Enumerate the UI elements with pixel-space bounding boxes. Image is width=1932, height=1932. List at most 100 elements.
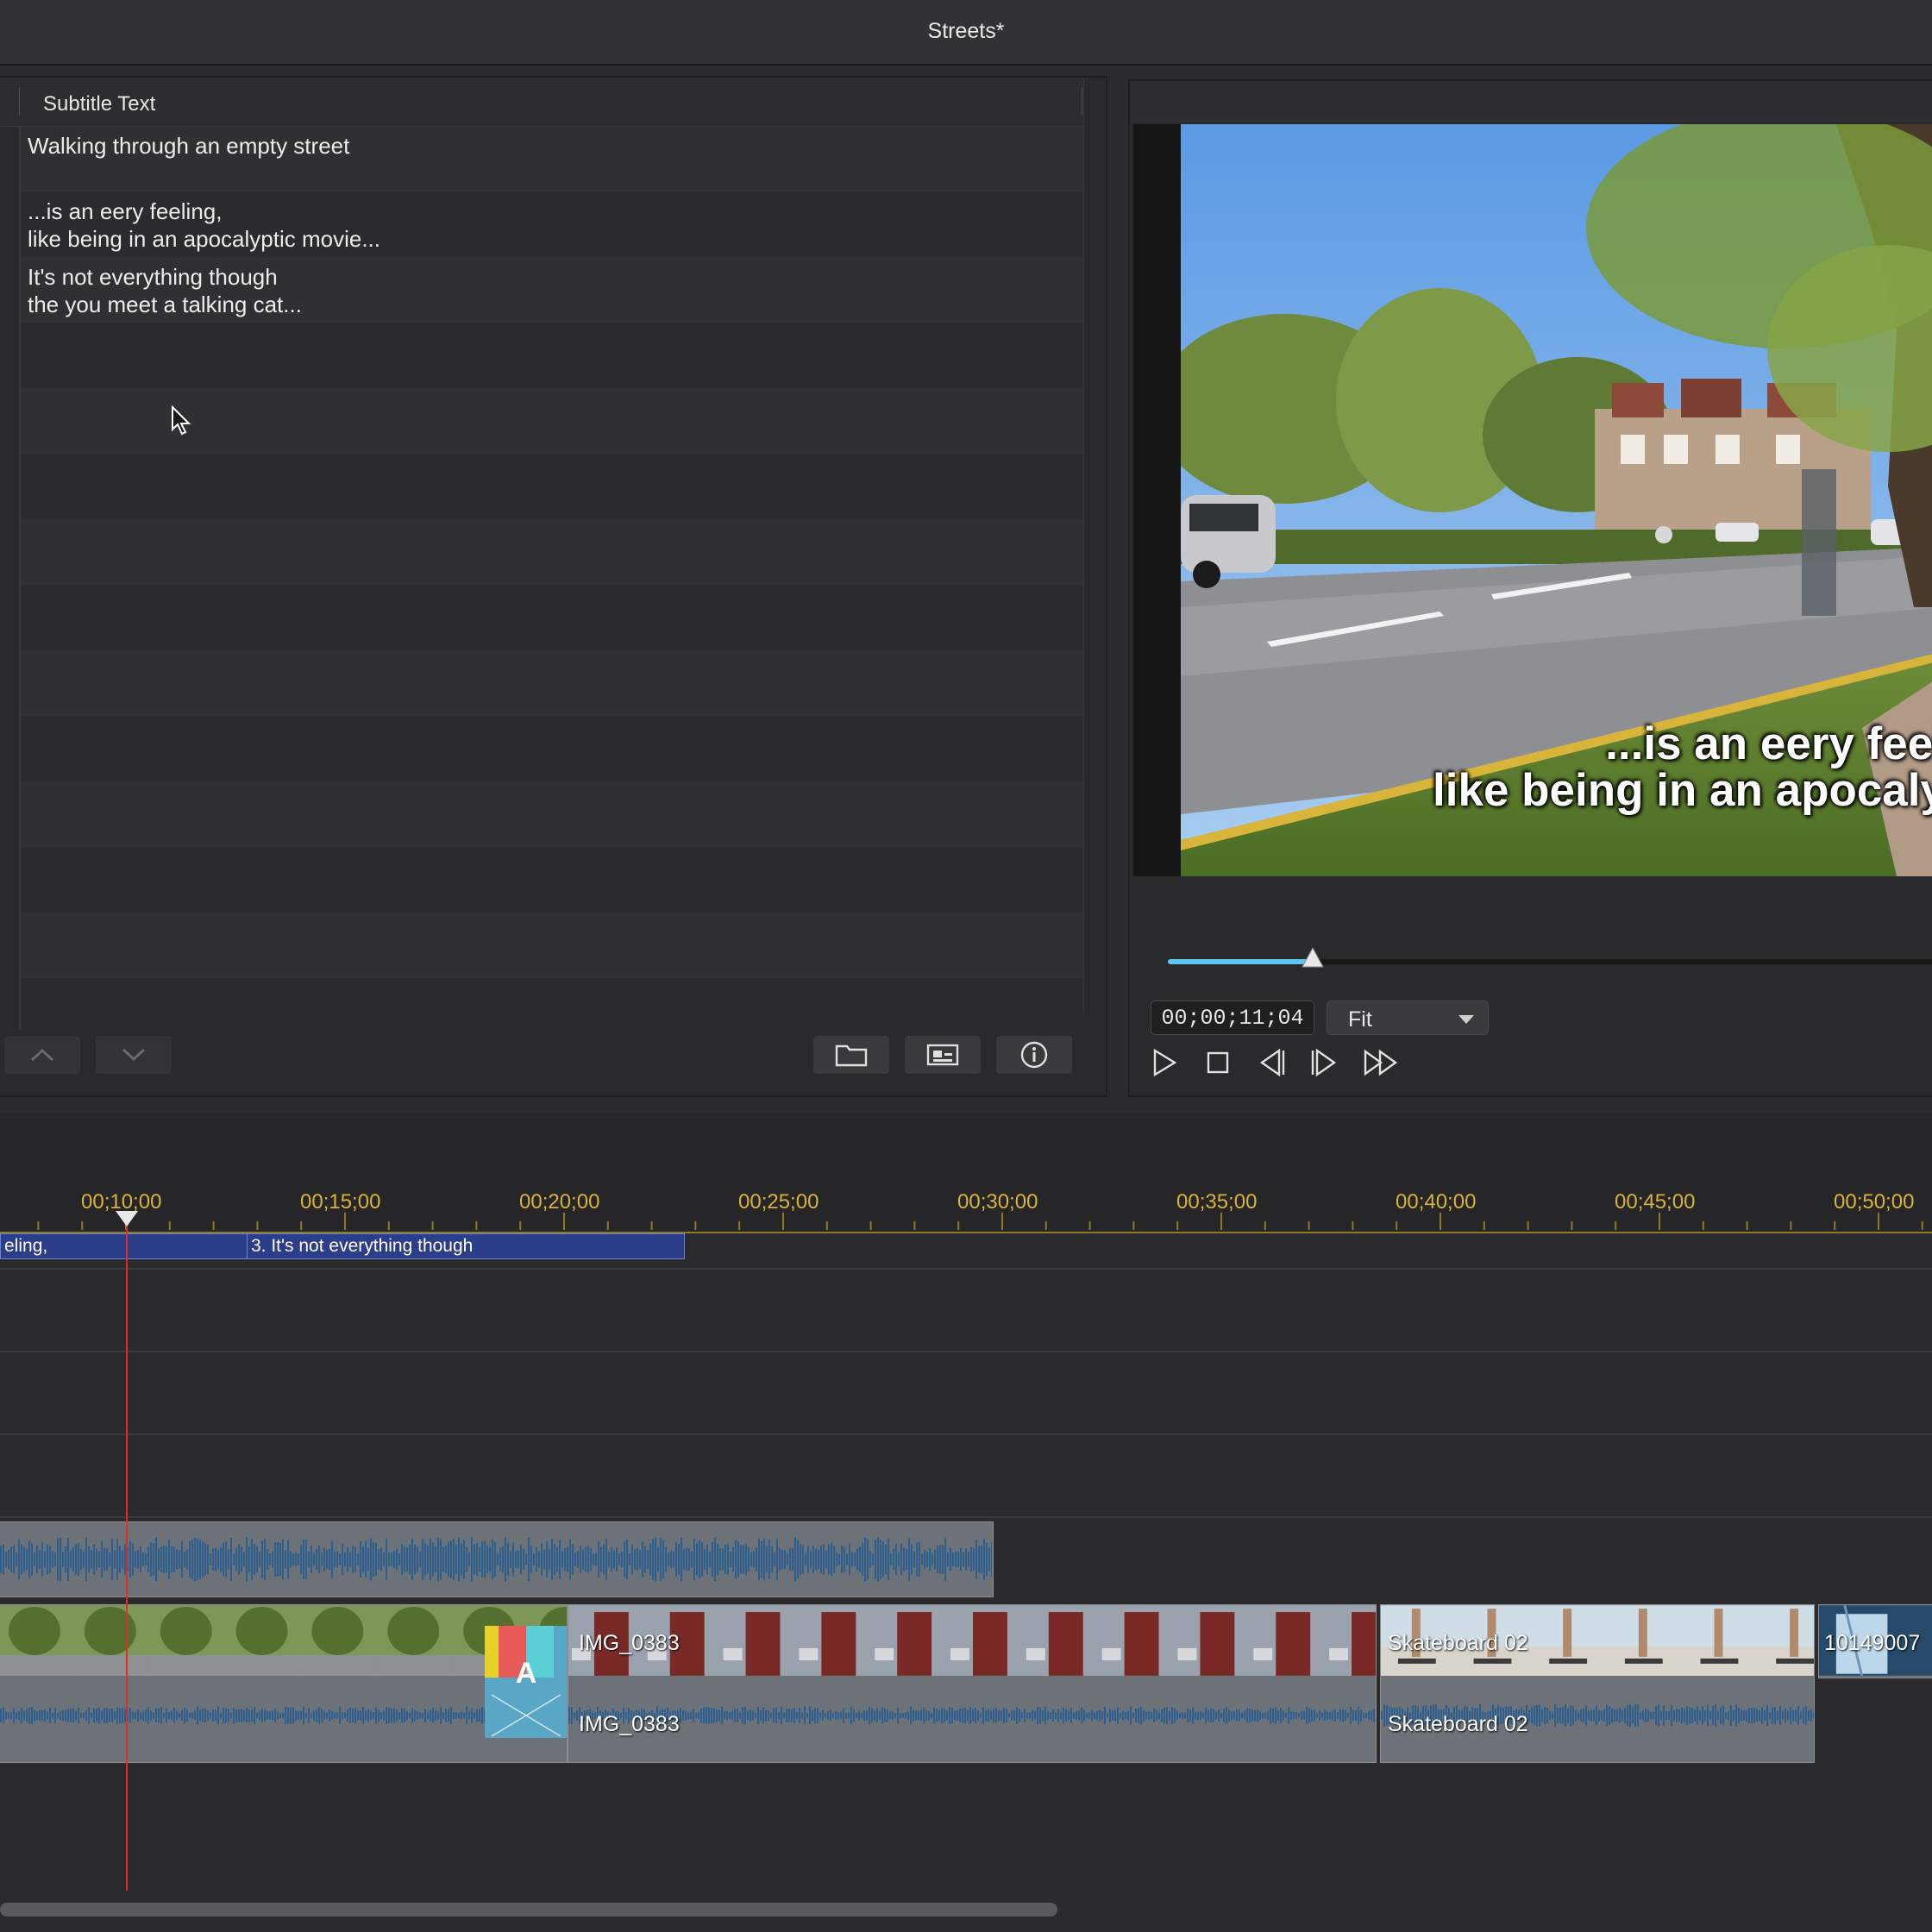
subtitle-row[interactable]: ...is an eery feeling, like being in an … <box>19 192 1083 258</box>
waveform-bar <box>184 1551 185 1568</box>
waveform-bar <box>960 1548 962 1571</box>
waveform-bar <box>807 1546 809 1573</box>
waveform-bar <box>360 1710 361 1721</box>
waveform-bar <box>1629 1703 1631 1728</box>
waveform-bar <box>1567 1708 1569 1723</box>
subtitle-row[interactable] <box>19 913 1083 979</box>
waveform-bar <box>525 1553 527 1565</box>
play-button[interactable] <box>1147 1045 1182 1080</box>
video-clip[interactable]: Skateboard 02 Skateboard 02 <box>1380 1604 1815 1763</box>
waveform-bar <box>254 1544 255 1575</box>
waveform-bar <box>26 1549 28 1570</box>
playhead-handle[interactable] <box>116 1211 138 1226</box>
waveform-bar <box>1068 1710 1070 1721</box>
subtitle-row[interactable] <box>19 520 1083 586</box>
waveform-bar <box>1270 1707 1271 1724</box>
stop-button[interactable] <box>1201 1045 1235 1080</box>
waveform-bar <box>763 1538 765 1581</box>
waveform-bar <box>101 1540 103 1578</box>
waveform-bar <box>1694 1709 1696 1722</box>
waveform-bar <box>1668 1711 1670 1720</box>
subtitle-row[interactable] <box>19 979 1083 1029</box>
waveform-bar <box>1699 1710 1701 1721</box>
audio-clip[interactable] <box>0 1521 994 1597</box>
waveform-bar <box>414 1709 416 1722</box>
open-file-button[interactable] <box>812 1035 890 1075</box>
waveform-bar <box>370 1710 372 1721</box>
waveform-bar <box>1148 1711 1150 1720</box>
timecode-display[interactable]: 00;00;11;04 <box>1151 1000 1314 1035</box>
waveform-bar <box>432 1708 434 1723</box>
subtitle-row[interactable]: It's not everything though the you meet … <box>19 258 1083 323</box>
transition-marker[interactable]: A <box>485 1626 567 1738</box>
waveform-bar <box>10 1711 12 1720</box>
waveform-bar <box>841 1546 843 1573</box>
waveform-bar <box>489 1546 491 1573</box>
fast-forward-button[interactable] <box>1361 1045 1401 1080</box>
waveform-bar <box>153 1543 154 1576</box>
previous-frame-button[interactable] <box>1254 1045 1289 1080</box>
subtitle-row[interactable] <box>19 782 1083 848</box>
subtitle-clip[interactable]: 3. It's not everything though <box>247 1233 685 1259</box>
waveform-bar <box>1164 1707 1165 1724</box>
waveform-bar <box>750 1552 752 1567</box>
waveform-bar <box>796 1711 798 1720</box>
scrubber-handle[interactable] <box>1300 946 1326 972</box>
waveform-bar <box>1280 1707 1282 1724</box>
waveform-bar <box>458 1537 460 1582</box>
waveform-bar <box>331 1540 333 1578</box>
video-viewer[interactable]: ...is an eery feel like being in an apoc… <box>1133 124 1932 876</box>
move-up-button[interactable] <box>3 1035 81 1075</box>
waveform-bar <box>1290 1711 1292 1720</box>
waveform-bar <box>936 1709 938 1722</box>
move-down-button[interactable] <box>95 1035 172 1075</box>
video-clip[interactable]: A <box>0 1604 568 1763</box>
waveform-bar <box>96 1548 97 1571</box>
waveform-bar <box>235 1547 237 1571</box>
audio-clip-label: Skateboard 02 <box>1388 1712 1528 1736</box>
audio-waveform <box>0 1537 993 1582</box>
thumbnail-skateboard <box>1473 1658 1512 1664</box>
waveform-bar <box>331 1711 333 1720</box>
zoom-select[interactable]: Fit <box>1327 1000 1489 1035</box>
waveform-bar <box>655 1538 656 1581</box>
waveform-bar <box>160 1546 162 1572</box>
waveform-bar <box>313 1552 315 1566</box>
subtitle-row[interactable]: Walking through an empty street <box>19 127 1083 192</box>
waveform-bar <box>476 1709 478 1722</box>
video-clip[interactable]: 10149007 <box>1818 1604 1932 1678</box>
playhead[interactable] <box>126 1214 128 1891</box>
column-header-subtitle-text[interactable]: Subtitle Text <box>43 92 155 116</box>
waveform-bar <box>773 1708 775 1723</box>
playback-scrubber[interactable] <box>1168 946 1932 968</box>
waveform-bar <box>388 1552 390 1567</box>
info-button[interactable] <box>995 1035 1073 1075</box>
waveform-bar <box>789 1547 791 1571</box>
waveform-bar <box>391 1708 392 1723</box>
waveform-bar <box>93 1708 95 1723</box>
waveform-bar <box>274 1541 276 1578</box>
list-scrollbar-track[interactable] <box>1083 78 1105 1014</box>
waveform-bar <box>969 1706 971 1725</box>
waveform-bar <box>554 1543 555 1576</box>
waveform-bar <box>78 1542 79 1577</box>
subtitle-row[interactable] <box>19 717 1083 782</box>
video-clip[interactable]: IMG_0383 IMG_0383 <box>568 1604 1377 1763</box>
subtitle-row[interactable] <box>19 455 1083 520</box>
thumbnail-skateboard <box>1549 1658 1588 1664</box>
subtitle-settings-button[interactable] <box>904 1035 982 1075</box>
timeline-horizontal-scrollbar[interactable] <box>0 1903 1057 1916</box>
next-frame-button[interactable] <box>1308 1045 1342 1080</box>
waveform-bar <box>375 1707 377 1724</box>
waveform-bar <box>132 1711 134 1720</box>
subtitle-row[interactable] <box>19 848 1083 913</box>
waveform-bar <box>256 1712 258 1719</box>
subtitle-row[interactable] <box>19 586 1083 651</box>
waveform-bar <box>1019 1709 1020 1722</box>
waveform-bar <box>1681 1707 1683 1724</box>
waveform-bar <box>892 1710 894 1721</box>
subtitle-row[interactable] <box>19 323 1083 389</box>
subtitle-row[interactable] <box>19 651 1083 717</box>
subtitle-clip[interactable]: eling, <box>0 1233 250 1259</box>
waveform-bar <box>241 1709 242 1722</box>
